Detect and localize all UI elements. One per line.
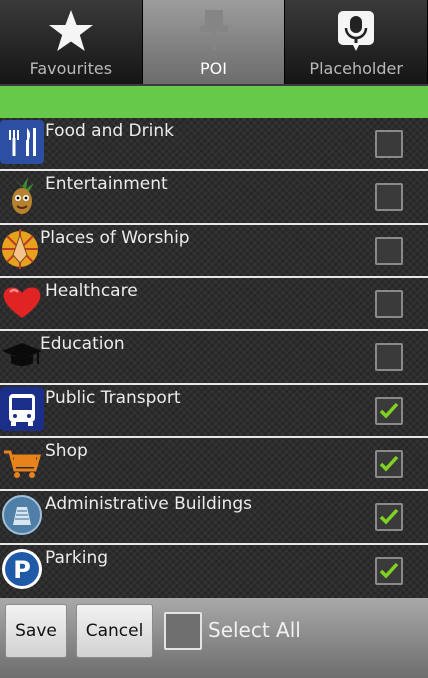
category-label: Entertainment [45,174,168,195]
select-all-label: Select All [208,618,301,642]
category-label: Public Transport [45,387,181,408]
category-checkbox[interactable] [375,289,403,318]
star-icon [48,8,94,58]
category-label: Education [40,334,125,355]
parking-icon: P [0,547,44,591]
category-checkbox[interactable] [375,449,403,478]
action-bar: Save Cancel Select All [0,598,428,678]
category-checkbox[interactable] [375,183,403,212]
list-item-food-and-drink[interactable]: Food and Drink [0,118,428,172]
tab-placeholder[interactable]: Placeholder [285,0,428,84]
list-item-healthcare[interactable]: Healthcare [0,278,428,332]
list-item-entertainment[interactable]: Entertainment [0,171,428,225]
category-label: Places of Worship [40,227,190,248]
list-item-shop[interactable]: Shop [0,438,428,492]
category-label: Food and Drink [45,121,174,141]
shopping-cart-icon [0,440,44,484]
bus-icon [0,386,44,431]
checkmark-icon [379,562,399,579]
list-item-places-of-worship[interactable]: Places of Worship [0,225,428,278]
category-label: Shop [45,440,88,461]
tab-favourites[interactable]: Favourites [0,0,143,84]
svg-text:P: P [13,556,31,584]
heart-icon [0,280,44,324]
category-label: Administrative Buildings [45,494,252,515]
category-checkbox[interactable] [375,503,403,532]
tab-bar: Favourites POI Placeholder [0,0,428,84]
save-button[interactable]: Save [5,604,67,658]
pineapple-icon [0,173,44,217]
list-item-parking[interactable]: P Parking [0,545,428,598]
category-checkbox[interactable] [375,130,403,158]
poi-category-list: Food and Drink Entertainment Places of W… [0,118,428,598]
category-checkbox[interactable] [375,236,403,265]
microphone-icon [333,8,379,58]
category-label: Healthcare [45,280,138,301]
list-item-public-transport[interactable]: Public Transport [0,385,428,438]
praying-hands-icon [0,227,44,271]
category-checkbox[interactable] [375,343,403,372]
select-all-checkbox[interactable] [164,612,202,650]
checkmark-icon [379,455,399,472]
list-item-administrative-buildings[interactable]: Administrative Buildings [0,491,428,545]
graduation-cap-icon [0,333,44,377]
category-label: Parking [45,547,109,568]
cancel-button[interactable]: Cancel [76,604,153,658]
list-item-education[interactable]: Education [0,331,428,385]
tab-label: Favourites [29,59,113,78]
category-checkbox[interactable] [375,556,403,585]
pushpin-icon [191,8,237,58]
category-checkbox[interactable] [375,396,403,425]
tab-label: Placeholder [309,59,403,78]
progress-bar [0,84,428,118]
building-icon [0,493,44,537]
tab-poi[interactable]: POI [142,0,286,84]
tab-label: POI [200,59,227,78]
checkmark-icon [379,509,399,525]
checkmark-icon [379,402,399,419]
fork-knife-icon [0,120,44,164]
